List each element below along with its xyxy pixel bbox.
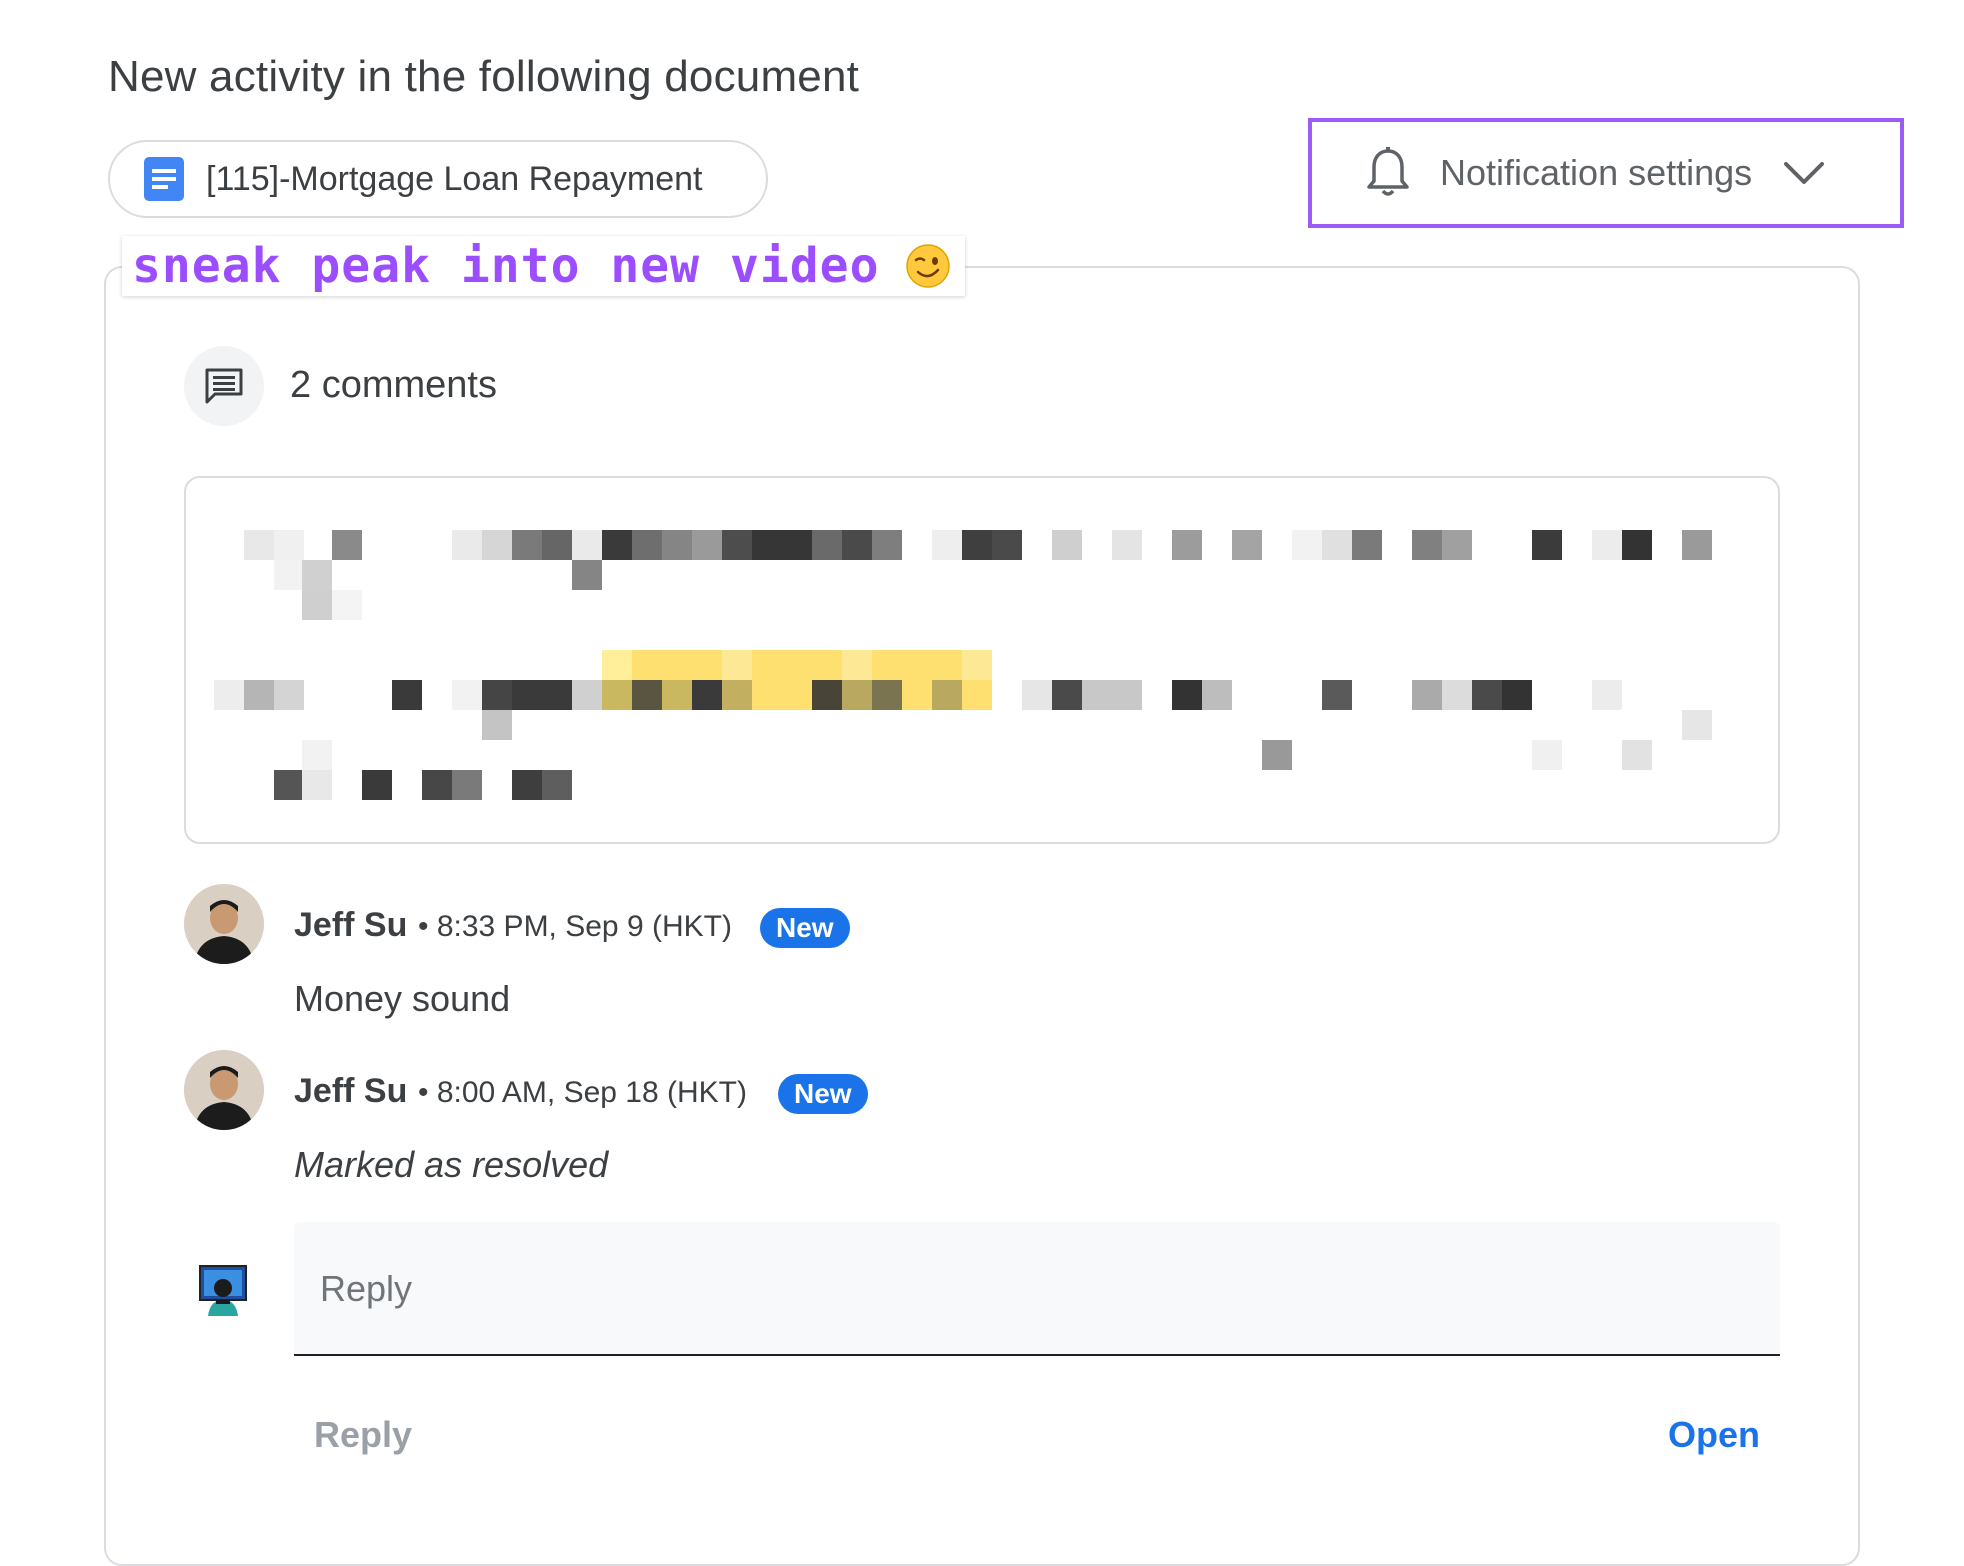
reply-placeholder: Reply [320, 1268, 413, 1309]
comment-icon [205, 368, 243, 404]
comment-timestamp: • 8:33 PM, Sep 9 (HKT) [418, 910, 732, 943]
winking-face-icon [906, 244, 951, 288]
comment-body: Money sound [294, 978, 511, 1019]
reply-input[interactable]: Reply [294, 1222, 1780, 1356]
video-caption-overlay: sneak peak into new video [122, 236, 966, 296]
comment-count: 2 comments [290, 364, 497, 406]
bell-icon [1367, 147, 1409, 196]
comment-icon-badge [184, 346, 264, 426]
notification-settings-label: Notification settings [1440, 152, 1753, 193]
caption-text: sneak peak into new video [132, 238, 880, 294]
email-heading: New activity in the following document [108, 52, 860, 101]
comment-author: Jeff Su [294, 1072, 408, 1110]
document-title: [115]-Mortgage Loan Repayment [206, 159, 703, 198]
document-chip[interactable]: [115]-Mortgage Loan Repayment [108, 140, 768, 218]
new-badge: New [760, 908, 850, 948]
open-button[interactable]: Open [1668, 1414, 1760, 1456]
avatar [184, 1050, 264, 1130]
chevron-down-icon [1784, 162, 1825, 184]
comment-timestamp: • 8:00 AM, Sep 18 (HKT) [418, 1076, 747, 1109]
quoted-text-pixelated [184, 476, 1780, 844]
user-avatar-icon [199, 1265, 247, 1316]
notification-settings-button[interactable]: Notification settings [1308, 118, 1904, 228]
comment-body: Marked as resolved [294, 1144, 609, 1185]
new-badge: New [778, 1074, 868, 1114]
comment-author: Jeff Su [294, 906, 408, 944]
avatar [184, 884, 264, 964]
reply-button[interactable]: Reply [314, 1414, 412, 1456]
google-docs-icon [144, 157, 184, 201]
